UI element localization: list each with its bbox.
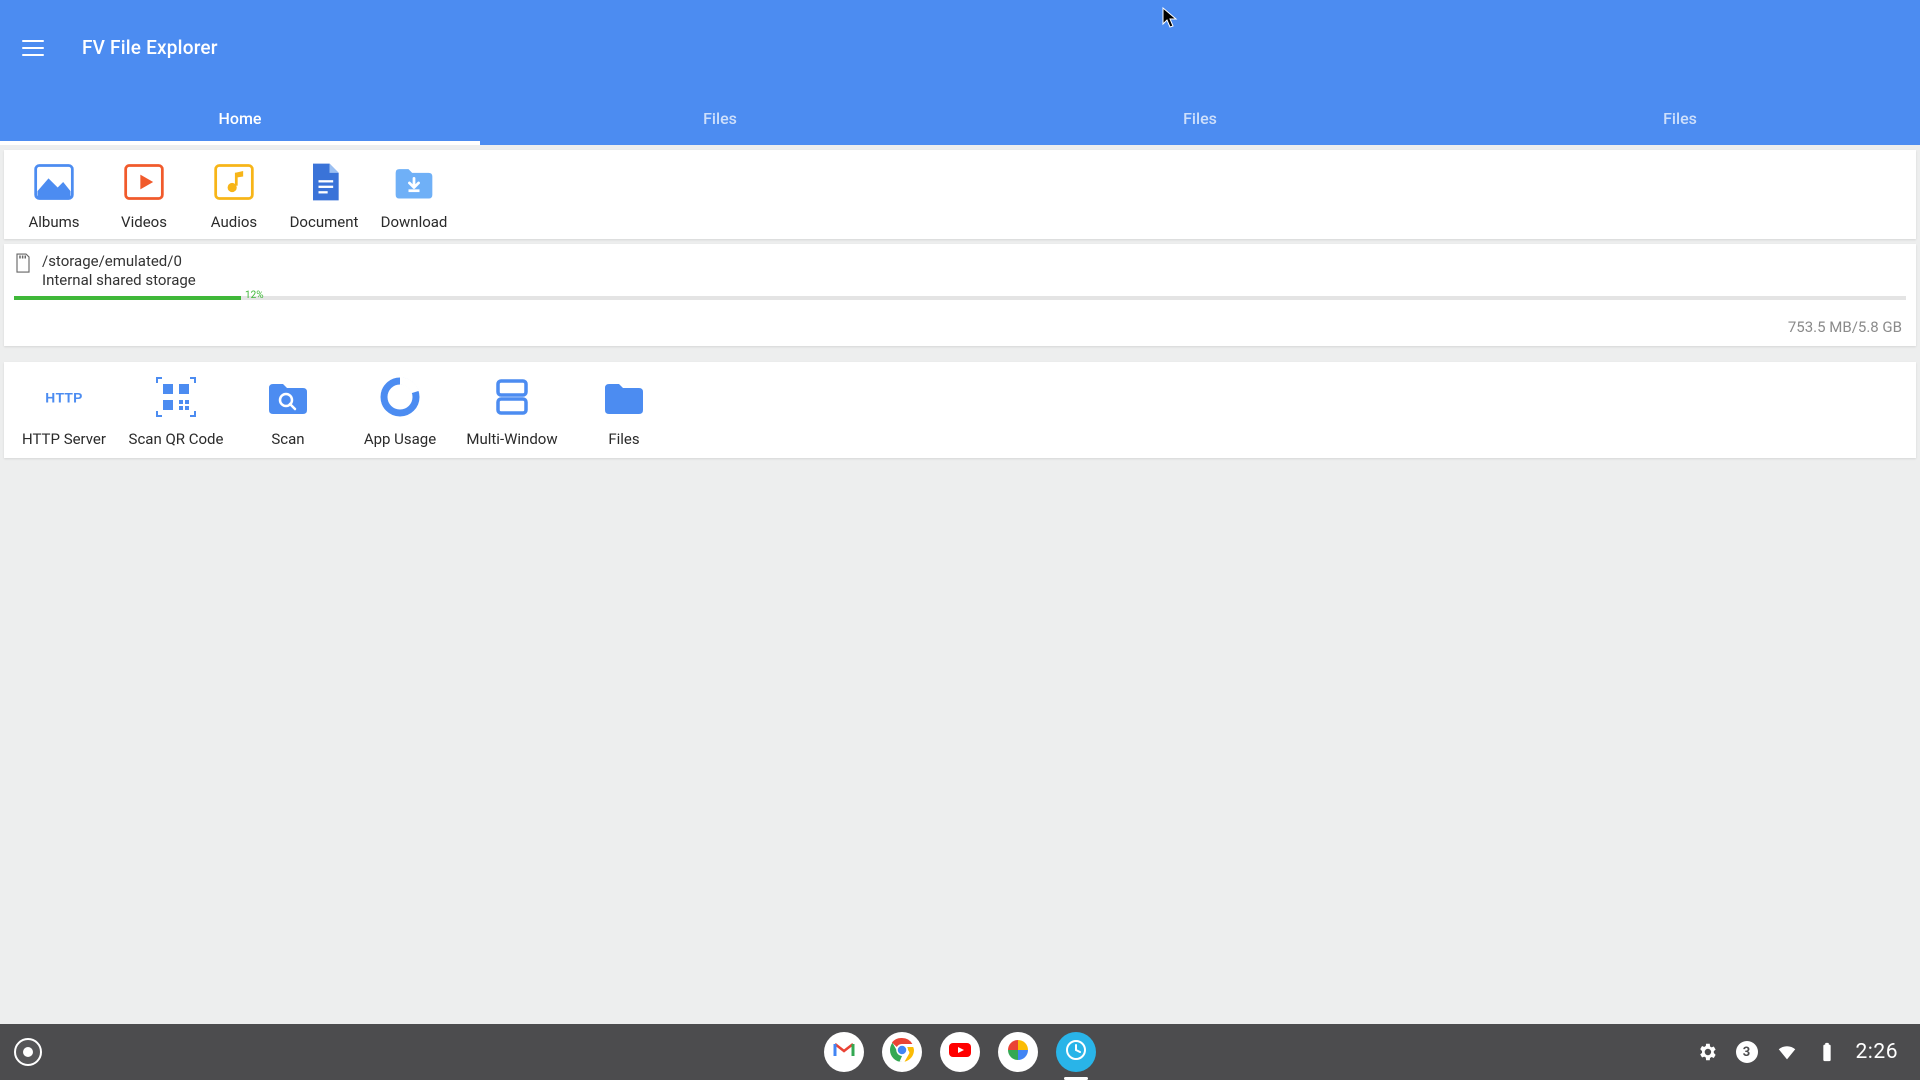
chrome-icon xyxy=(889,1037,915,1067)
tool-scan[interactable]: Scan xyxy=(242,374,334,448)
tool-label: HTTP Server xyxy=(22,430,106,448)
tab-files-2[interactable]: Files xyxy=(960,95,1440,145)
storage-card[interactable]: /storage/emulated/0 Internal shared stor… xyxy=(4,244,1916,346)
storage-percent: 12% xyxy=(245,290,264,301)
tool-multi-window[interactable]: Multi-Window xyxy=(466,374,558,448)
youtube-icon xyxy=(947,1037,973,1067)
category-download[interactable]: Download xyxy=(378,160,450,231)
storage-total: 5.8 GB xyxy=(1858,318,1902,336)
albums-icon xyxy=(32,160,76,208)
tool-label: Multi-Window xyxy=(466,430,557,448)
app-bar-row: FV File Explorer xyxy=(0,0,1920,95)
tab-home[interactable]: Home xyxy=(0,95,480,145)
app-bar: FV File Explorer Home Files Files Files xyxy=(0,0,1920,145)
menu-button[interactable] xyxy=(22,34,50,62)
categories-row: Albums Videos Audios Document Download xyxy=(4,150,1916,239)
tool-app-usage[interactable]: App Usage xyxy=(354,374,446,448)
storage-header: /storage/emulated/0 Internal shared stor… xyxy=(14,248,1906,290)
tab-label: Files xyxy=(1183,109,1217,128)
audios-icon xyxy=(212,160,256,208)
status-tray[interactable]: 3 2:26 xyxy=(1696,1040,1920,1064)
category-label: Download xyxy=(381,213,448,231)
category-label: Videos xyxy=(121,213,167,231)
category-label: Document xyxy=(290,213,359,231)
notification-badge[interactable]: 3 xyxy=(1736,1041,1758,1063)
dock-gmail[interactable] xyxy=(824,1032,864,1072)
donut-chart-icon xyxy=(377,374,423,424)
storage-size: 753.5 MB / 5.8 GB xyxy=(14,318,1906,336)
category-albums[interactable]: Albums xyxy=(18,160,90,231)
tools-row: HTTP HTTP Server Scan QR Code Scan App U… xyxy=(4,362,1916,458)
dock-youtube[interactable] xyxy=(940,1032,980,1072)
taskbar: 3 2:26 xyxy=(0,1024,1920,1080)
tab-label: Home xyxy=(219,109,262,128)
category-videos[interactable]: Videos xyxy=(108,160,180,231)
tool-label: Scan xyxy=(271,430,304,448)
app-title: FV File Explorer xyxy=(82,36,218,59)
settings-icon[interactable] xyxy=(1696,1041,1718,1063)
storage-name: Internal shared storage xyxy=(42,271,196,290)
qr-code-icon xyxy=(153,374,199,424)
category-document[interactable]: Document xyxy=(288,160,360,231)
clock: 2:26 xyxy=(1856,1040,1899,1064)
category-label: Audios xyxy=(211,213,257,231)
battery-icon xyxy=(1816,1041,1838,1063)
videos-icon xyxy=(122,160,166,208)
storage-used: 753.5 MB xyxy=(1788,318,1852,336)
folder-icon xyxy=(601,374,647,424)
storage-progress: 12% xyxy=(14,296,1906,300)
tool-label: App Usage xyxy=(364,430,436,448)
tools-card: HTTP HTTP Server Scan QR Code Scan App U… xyxy=(4,362,1916,458)
tab-label: Files xyxy=(1663,109,1697,128)
gmail-icon xyxy=(832,1038,856,1066)
dock-chrome[interactable] xyxy=(882,1032,922,1072)
tab-bar: Home Files Files Files xyxy=(0,95,1920,145)
photos-icon xyxy=(1005,1037,1031,1067)
svg-text:HTTP: HTTP xyxy=(45,390,83,405)
wifi-icon xyxy=(1776,1041,1798,1063)
dock xyxy=(824,1032,1096,1072)
categories-card: Albums Videos Audios Document Download xyxy=(4,150,1916,239)
dock-fv-explorer[interactable] xyxy=(1056,1032,1096,1072)
storage-progress-fill xyxy=(14,296,241,300)
http-icon: HTTP xyxy=(41,374,87,424)
tab-files-1[interactable]: Files xyxy=(480,95,960,145)
tool-label: Files xyxy=(608,430,639,448)
category-label: Albums xyxy=(28,213,79,231)
tool-files[interactable]: Files xyxy=(578,374,670,448)
tool-scan-qr[interactable]: Scan QR Code xyxy=(130,374,222,448)
tool-label: Scan QR Code xyxy=(129,430,224,448)
storage-text: /storage/emulated/0 Internal shared stor… xyxy=(42,252,196,290)
download-icon xyxy=(392,160,436,208)
category-audios[interactable]: Audios xyxy=(198,160,270,231)
tool-http-server[interactable]: HTTP HTTP Server xyxy=(18,374,110,448)
sd-card-icon xyxy=(14,252,32,278)
dock-photos[interactable] xyxy=(998,1032,1038,1072)
multi-window-icon xyxy=(489,374,535,424)
launcher-button[interactable] xyxy=(14,1038,42,1066)
document-icon xyxy=(302,160,346,208)
scan-folder-icon xyxy=(265,374,311,424)
tab-files-3[interactable]: Files xyxy=(1440,95,1920,145)
storage-path: /storage/emulated/0 xyxy=(42,252,196,271)
fv-app-icon xyxy=(1065,1039,1087,1065)
tab-label: Files xyxy=(703,109,737,128)
